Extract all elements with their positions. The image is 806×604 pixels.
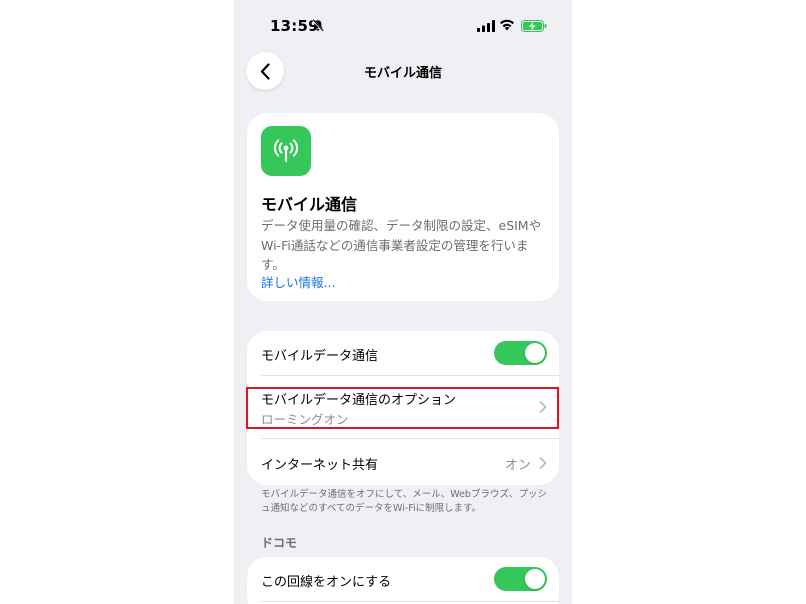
toggle-knob xyxy=(525,343,545,363)
personal-hotspot-value: オン xyxy=(504,458,531,473)
info-card-title: モバイル通信 xyxy=(261,195,358,214)
battery-charging-icon xyxy=(521,20,547,32)
mobile-data-toggle[interactable] xyxy=(494,341,547,365)
cellular-signal-icon xyxy=(477,20,495,32)
turn-on-line-label: この回線をオンにする xyxy=(261,575,392,590)
info-card: モバイル通信 データ使用量の確認、データ制限の設定、eSIMやWi-Fi通話など… xyxy=(247,113,559,301)
antenna-icon xyxy=(261,126,311,176)
divider xyxy=(261,601,559,602)
turn-on-line-toggle[interactable] xyxy=(494,567,547,591)
mobile-data-label: モバイルデータ通信 xyxy=(261,349,379,364)
turn-on-line-row[interactable]: この回線をオンにする xyxy=(247,557,559,601)
wifi-icon xyxy=(500,19,514,31)
status-bar: 13:59 xyxy=(234,0,572,50)
chevron-right-icon xyxy=(539,457,547,469)
highlight-box xyxy=(246,387,559,429)
mobile-data-row[interactable]: モバイルデータ通信 xyxy=(247,331,559,375)
personal-hotspot-row[interactable]: インターネット共有 オン xyxy=(247,439,559,485)
phone-screen: 13:59 モバイル通信 モバイル通信 データ使用量の確認、データ制限の設定、e… xyxy=(234,0,572,604)
learn-more-link[interactable]: 詳しい情報... xyxy=(261,272,335,291)
carrier-section-header: ドコモ xyxy=(261,536,298,550)
carrier-settings-group: この回線をオンにする xyxy=(247,557,559,604)
mobile-data-footnote: モバイルデータ通信をオフにして、メール、Webブラウズ、プッシュ通知などのすべて… xyxy=(261,489,547,514)
toggle-knob xyxy=(525,569,545,589)
info-card-description: データ使用量の確認、データ制限の設定、eSIMやWi-Fi通話などの通信事業者設… xyxy=(261,218,542,272)
page-title: モバイル通信 xyxy=(363,66,442,81)
personal-hotspot-label: インターネット共有 xyxy=(261,458,379,473)
bell-slash-icon xyxy=(312,19,324,32)
